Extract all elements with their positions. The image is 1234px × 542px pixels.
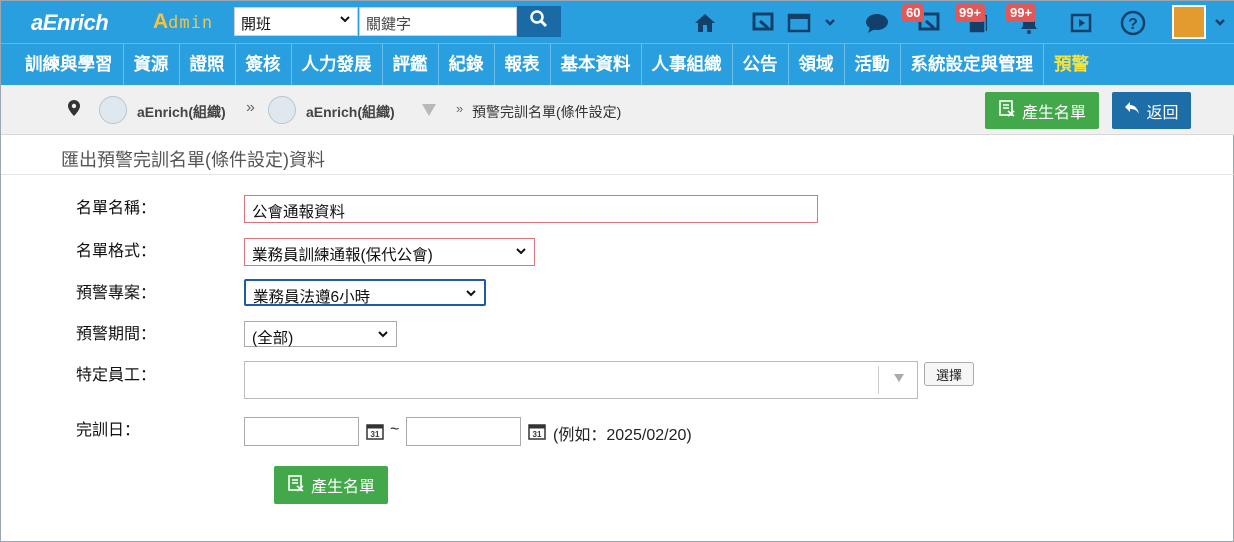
avatar[interactable] [1172,5,1206,39]
video-icon[interactable] [1067,9,1095,37]
search-button[interactable] [517,6,561,37]
menu-item-organization[interactable]: 人事組織 [642,44,733,85]
logo: aEnrich [31,10,109,35]
menu-item-domains[interactable]: 領域 [789,44,845,85]
chevron-down-icon [465,286,477,304]
project-select[interactable]: 業務員法遵6小時 [244,279,486,306]
period-select[interactable]: (全部) [244,321,397,347]
page-title: 匯出預警完訓名單(條件設定)資料 [61,150,325,170]
breadcrumb-separator: » [246,99,255,116]
chevron-down-icon [339,13,351,28]
menu-item-certificates[interactable]: 證照 [180,44,236,85]
employee-label: 特定員工： [76,367,157,384]
org-icon [268,96,296,124]
location-pin-icon [67,99,81,122]
project-label: 預警專案： [76,285,157,302]
breadcrumb-separator: » [456,101,464,116]
admin-label-rest: dmin [168,13,214,33]
svg-text:31: 31 [533,430,542,439]
window-icon[interactable] [785,9,813,37]
generate-list-button-top[interactable]: 產生名單 [985,92,1099,129]
menu-item-approval[interactable]: 簽核 [236,44,292,85]
home-icon[interactable] [691,9,719,37]
date-format-hint: (例如：2025/02/20) [553,427,692,444]
monitor-icon[interactable] [749,9,777,37]
breadcrumb-org-2[interactable]: aEnrich(組織) [306,102,395,122]
back-label: 返回 [1146,104,1179,122]
date-from-input[interactable] [244,417,359,446]
generate-list-label: 產生名單 [310,479,375,496]
search-icon [529,9,549,34]
menu-item-basic-data[interactable]: 基本資料 [551,44,642,85]
svg-text:31: 31 [371,430,380,439]
caret-down-icon[interactable] [421,103,437,122]
svg-text:?: ? [1128,16,1138,33]
date-range-separator: ~ [390,421,400,438]
app-frame: aEnrich Admin 開班 關鍵字 60 99+ 99+ ? 訓練與學習 … [0,0,1234,542]
org-icon [99,96,127,124]
format-value: 業務員訓練通報(保代公會) [252,247,433,264]
generate-list-button[interactable]: 產生名單 [274,466,388,504]
breadcrumb-current: 預警完訓名單(條件設定) [472,104,622,120]
message-badge: 99+ [955,4,986,22]
chevron-down-icon[interactable] [824,15,836,31]
period-label: 預警期間： [76,326,157,343]
divider [1,174,1234,175]
menu-item-activities[interactable]: 活動 [845,44,901,85]
menu-item-announcements[interactable]: 公告 [733,44,789,85]
menu-item-alerts[interactable]: 預警 [1044,44,1099,85]
period-value: (全部) [252,330,294,347]
course-type-value: 開班 [241,16,272,33]
menu-item-records[interactable]: 紀錄 [439,44,495,85]
back-button[interactable]: 返回 [1112,92,1191,129]
divider [878,366,879,394]
top-bar: aEnrich Admin 開班 關鍵字 60 99+ 99+ ? [1,1,1234,43]
generate-list-label: 產生名單 [1021,104,1086,122]
menu-item-hr-development[interactable]: 人力發展 [292,44,383,85]
help-icon[interactable]: ? [1119,9,1147,37]
main-menu: 訓練與學習 資源 證照 簽核 人力發展 評鑑 紀錄 報表 基本資料 人事組織 公… [1,43,1234,85]
reply-arrow-icon [1124,101,1140,120]
format-select[interactable]: 業務員訓練通報(保代公會) [244,238,535,266]
keyword-input[interactable]: 關鍵字 [359,7,517,36]
menu-item-training[interactable]: 訓練與學習 [15,44,124,85]
breadcrumb-org-1[interactable]: aEnrich(組織) [137,102,226,122]
admin-label: Admin [153,10,213,34]
employee-picker[interactable] [244,361,918,399]
list-name-label: 名單名稱： [76,200,157,217]
menu-item-resources[interactable]: 資源 [124,44,180,85]
caret-down-icon[interactable] [893,372,905,386]
admin-label-a: A [153,10,169,33]
task-badge: 60 [902,4,925,22]
notification-badge: 99+ [1006,4,1037,22]
menu-item-evaluation[interactable]: 評鑑 [383,44,439,85]
list-icon [998,99,1016,122]
calendar-icon[interactable]: 31 [528,422,546,440]
list-icon [287,474,305,497]
chevron-down-icon[interactable] [1214,15,1226,31]
date-to-input[interactable] [406,417,521,446]
project-value: 業務員法遵6小時 [253,289,371,306]
format-label: 名單格式： [76,243,157,260]
chat-icon[interactable] [863,9,891,37]
chevron-down-icon [377,327,389,345]
course-type-select[interactable]: 開班 [234,7,358,36]
menu-item-reports[interactable]: 報表 [495,44,551,85]
completion-date-label: 完訓日： [76,422,141,439]
menu-item-system-settings[interactable]: 系統設定與管理 [901,44,1044,85]
breadcrumb: aEnrich(組織) » aEnrich(組織) » 預警完訓名單(條件設定)… [1,85,1234,135]
calendar-icon[interactable]: 31 [366,422,384,440]
choose-employee-button[interactable]: 選擇 [924,362,974,386]
list-name-input[interactable]: 公會通報資料 [244,195,818,223]
chevron-down-icon [515,244,527,262]
